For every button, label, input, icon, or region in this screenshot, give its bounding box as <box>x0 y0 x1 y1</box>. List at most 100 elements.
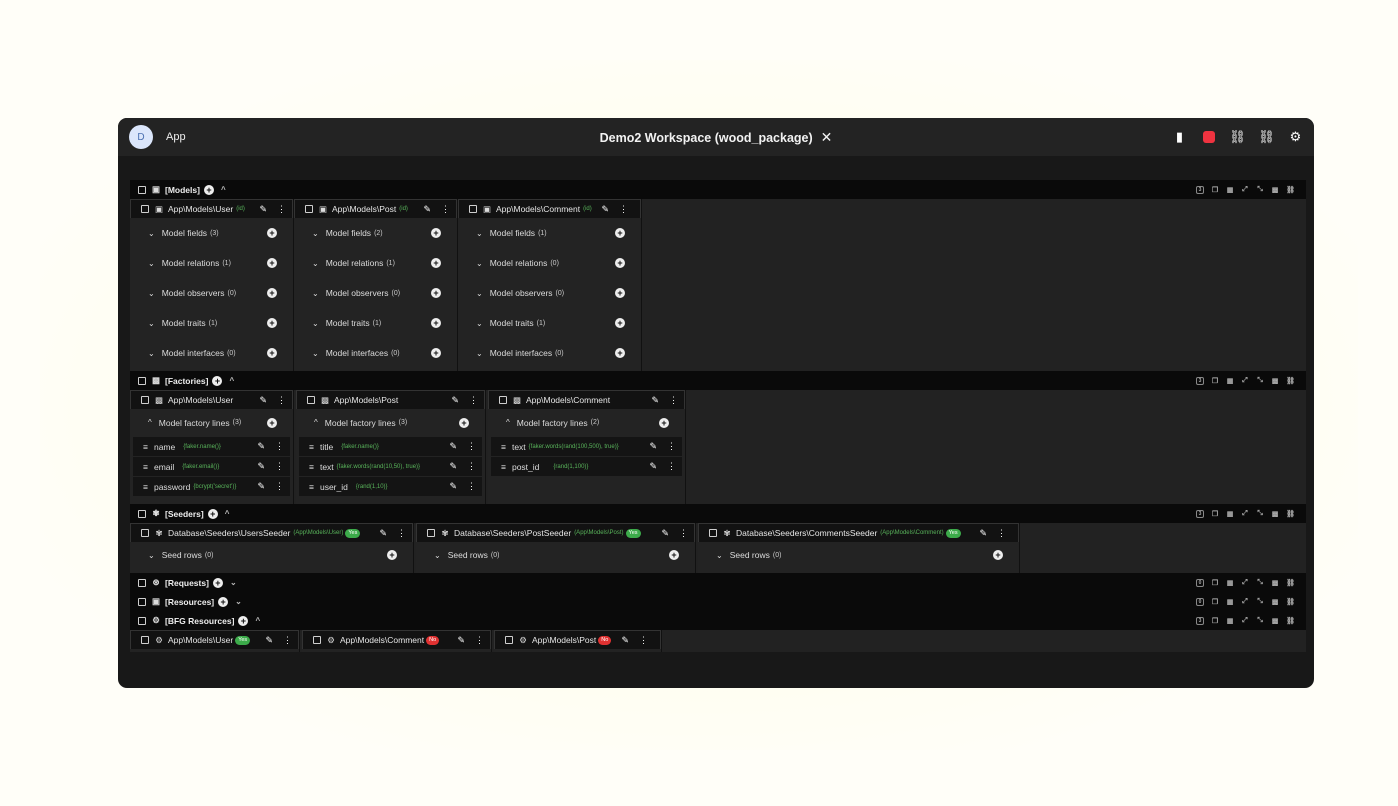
factory-line[interactable]: ≡ user_id {rand(1,10)} ✎ ⋮ <box>299 477 482 496</box>
card-header[interactable]: ⚙ App\Models\User Yes ✎ ⋮ <box>130 630 299 649</box>
more-icon[interactable]: ⋮ <box>997 528 1006 539</box>
list-item[interactable]: ⌄ Model interfaces (0) + <box>458 338 641 368</box>
card-checkbox[interactable] <box>141 205 149 213</box>
count-icon[interactable]: 3 <box>1196 616 1204 625</box>
list-item[interactable]: ⌄ Model interfaces (0) + <box>130 338 293 368</box>
drag-handle-icon[interactable]: ≡ <box>309 482 314 492</box>
database-icon[interactable]: ⛓ <box>1286 617 1295 625</box>
card-header[interactable]: ▩ App\Models\Post ✎ ⋮ <box>296 390 485 409</box>
list-item[interactable]: ⌄ Model fields (3) + <box>130 218 293 248</box>
section-resources[interactable]: ▣ [Resources] + ⌄ 0 ❐ ▦ ⤢ ⤡ ▩ ⛓ <box>130 592 1306 611</box>
list-item[interactable]: ⌄ Model observers (0) + <box>294 278 457 308</box>
add-button[interactable]: + <box>267 348 277 358</box>
list-item[interactable]: ⌄ Model relations (1) + <box>294 248 457 278</box>
section-seeders[interactable]: ✾ [Seeders] + ^ 3 ❐ ▦ ⤢ ⤡ ▩ ⛓ <box>130 504 1306 523</box>
section-bfg-resources[interactable]: ⚙ [BFG Resources] + ^ 3 ❐ ▦ ⤢ ⤡ ▩ ⛓ <box>130 611 1306 630</box>
more-icon[interactable]: ⋮ <box>441 204 450 215</box>
more-icon[interactable]: ⋮ <box>639 635 648 646</box>
edit-icon[interactable]: ✎ <box>649 441 657 452</box>
expand-icon[interactable]: ⤡ <box>1256 186 1264 194</box>
edit-icon[interactable]: ✎ <box>257 441 265 452</box>
card-checkbox[interactable] <box>141 636 149 644</box>
collapse-icon[interactable]: ⤢ <box>1241 510 1249 518</box>
list-item[interactable]: ⌄ Model traits (1) + <box>294 308 457 338</box>
factory-line[interactable]: ≡ password {bcrypt('secret')} ✎ ⋮ <box>133 477 290 496</box>
more-icon[interactable]: ⋮ <box>679 528 688 539</box>
card-checkbox[interactable] <box>313 636 321 644</box>
edit-icon[interactable]: ✎ <box>449 441 457 452</box>
add-button[interactable]: + <box>615 258 625 268</box>
export-icon[interactable]: ▩ <box>1271 579 1279 587</box>
card-checkbox[interactable] <box>427 529 435 537</box>
drag-handle-icon[interactable]: ≡ <box>309 462 314 472</box>
export-icon[interactable]: ▩ <box>1271 377 1279 385</box>
expand-icon[interactable]: ⤡ <box>1256 617 1264 625</box>
add-seeder-button[interactable]: + <box>207 508 218 519</box>
edit-icon[interactable]: ✎ <box>979 528 987 539</box>
edit-icon[interactable]: ✎ <box>265 635 273 646</box>
collapse-icon[interactable]: ⤢ <box>1241 617 1249 625</box>
chevron-up-icon[interactable]: ^ <box>229 376 234 385</box>
list-item[interactable]: ⌄ Seed rows (0) + <box>130 542 413 568</box>
trash-icon[interactable]: ▦ <box>1226 598 1234 606</box>
add-button[interactable]: + <box>267 228 277 238</box>
more-icon[interactable]: ⋮ <box>475 635 484 646</box>
add-button[interactable]: + <box>267 288 277 298</box>
list-item[interactable]: ^ Model factory lines (3) + <box>296 409 485 436</box>
database-icon[interactable]: ⛓ <box>1286 186 1295 194</box>
list-item[interactable]: ⌄ Model traits (1) + <box>130 308 293 338</box>
factory-line[interactable]: ≡ text {faker.words(rand(10,50), true)} ✎ ⋮ <box>299 457 482 476</box>
database-arrow-icon[interactable]: ⛓ <box>1223 128 1252 146</box>
add-button[interactable]: + <box>659 417 669 428</box>
edit-icon[interactable]: ✎ <box>651 395 659 406</box>
trash-icon[interactable]: ▦ <box>1226 579 1234 587</box>
add-model-button[interactable]: + <box>203 184 214 195</box>
count-icon[interactable]: 0 <box>1196 578 1204 587</box>
count-icon[interactable]: 3 <box>1196 509 1204 518</box>
card-checkbox[interactable] <box>709 529 717 537</box>
trash-icon[interactable]: ▦ <box>1226 617 1234 625</box>
copy-icon[interactable]: ❐ <box>1211 617 1219 625</box>
more-icon[interactable]: ⋮ <box>467 441 476 452</box>
section-checkbox[interactable] <box>138 597 146 606</box>
section-checkbox[interactable] <box>138 578 146 587</box>
card-header[interactable]: ▣ App\Models\Comment (id) ✎ ⋮ <box>458 199 641 218</box>
edit-icon[interactable]: ✎ <box>423 204 431 215</box>
chevron-down-icon[interactable]: ⌄ <box>235 597 242 606</box>
more-icon[interactable]: ⋮ <box>277 395 286 406</box>
factory-line[interactable]: ≡ email {faker.email()} ✎ ⋮ <box>133 457 290 476</box>
add-button[interactable]: + <box>431 258 441 268</box>
more-icon[interactable]: ⋮ <box>467 481 476 492</box>
drag-handle-icon[interactable]: ≡ <box>501 462 506 472</box>
copy-icon[interactable]: ❐ <box>1211 598 1219 606</box>
list-item[interactable]: ⌄ Model interfaces (0) + <box>294 338 457 368</box>
add-button[interactable]: + <box>267 417 277 428</box>
add-request-button[interactable]: + <box>212 577 223 588</box>
list-item[interactable]: ⌄ Model traits (1) + <box>458 308 641 338</box>
card-checkbox[interactable] <box>305 205 313 213</box>
add-button[interactable]: + <box>459 417 469 428</box>
card-header[interactable]: ✾ Database\Seeders\CommentsSeeder (App\M… <box>698 523 1019 542</box>
card-header[interactable]: ▣ App\Models\User (id) ✎ ⋮ <box>130 199 293 218</box>
export-icon[interactable]: ▩ <box>1271 186 1279 194</box>
more-icon[interactable]: ⋮ <box>619 204 628 215</box>
add-bfg-resource-button[interactable]: + <box>238 615 249 626</box>
scroll-icon[interactable]: ▮ <box>1165 128 1194 146</box>
list-item[interactable]: ⌄ Seed rows (0) + <box>698 542 1019 568</box>
edit-icon[interactable]: ✎ <box>379 528 387 539</box>
add-button[interactable]: + <box>431 318 441 328</box>
more-icon[interactable]: ⋮ <box>283 635 292 646</box>
add-button[interactable]: + <box>431 228 441 238</box>
more-icon[interactable]: ⋮ <box>669 395 678 406</box>
drag-handle-icon[interactable]: ≡ <box>143 462 148 472</box>
more-icon[interactable]: ⋮ <box>397 528 406 539</box>
add-button[interactable]: + <box>993 550 1003 560</box>
drag-handle-icon[interactable]: ≡ <box>143 482 148 492</box>
copy-icon[interactable]: ❐ <box>1211 186 1219 194</box>
list-item[interactable]: ⌄ Model relations (1) + <box>130 248 293 278</box>
card-checkbox[interactable] <box>141 529 149 537</box>
edit-icon[interactable]: ✎ <box>649 461 657 472</box>
list-item[interactable]: ⌄ Model relations (0) + <box>458 248 641 278</box>
add-button[interactable]: + <box>431 288 441 298</box>
more-icon[interactable]: ⋮ <box>275 481 284 492</box>
